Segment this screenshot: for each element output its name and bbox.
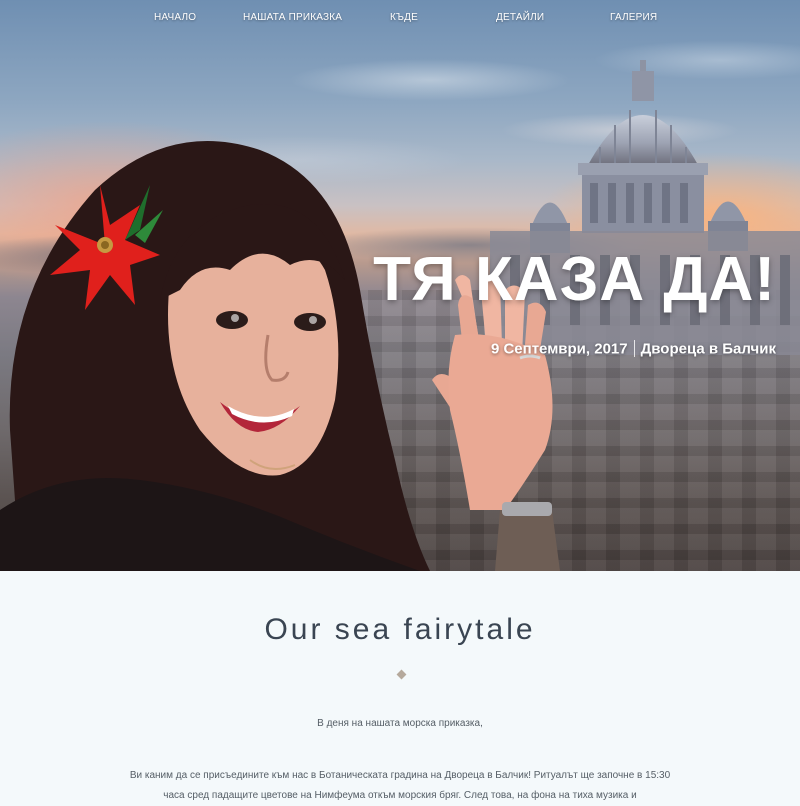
hero-title: ТЯ КАЗА ДА! xyxy=(373,245,776,314)
event-date: 9 Септември, 2017 xyxy=(490,340,628,358)
nav-item-details[interactable]: ДЕТАЙЛИ xyxy=(496,12,544,23)
hero-subtitle: 9 Септември, 2017 Двореца в Балчик xyxy=(491,340,776,359)
nav-item-home[interactable]: НАЧАЛО xyxy=(154,12,196,23)
nav-item-where[interactable]: КЪДЕ xyxy=(390,12,418,23)
subtitle-divider xyxy=(633,340,635,357)
section-paragraph: Ви каним да се присъедините към нас в Бо… xyxy=(129,770,671,801)
event-venue: Двореца в Балчик xyxy=(640,340,776,358)
section-greeting: В деня на нашата морска приказка, xyxy=(317,718,483,729)
nav-item-our-story[interactable]: НАШАТА ПРИКАЗКА xyxy=(243,12,342,23)
section-title: Our sea fairytale xyxy=(264,613,536,646)
diamond-divider-icon xyxy=(396,669,407,680)
main-navigation: НАЧАЛО НАШАТА ПРИКАЗКА КЪДЕ ДЕТАЙЛИ ГАЛЕ… xyxy=(0,0,800,36)
nav-item-gallery[interactable]: ГАЛЕРИЯ xyxy=(610,12,657,23)
story-section: Our sea fairytale В деня на нашата морск… xyxy=(0,571,800,801)
